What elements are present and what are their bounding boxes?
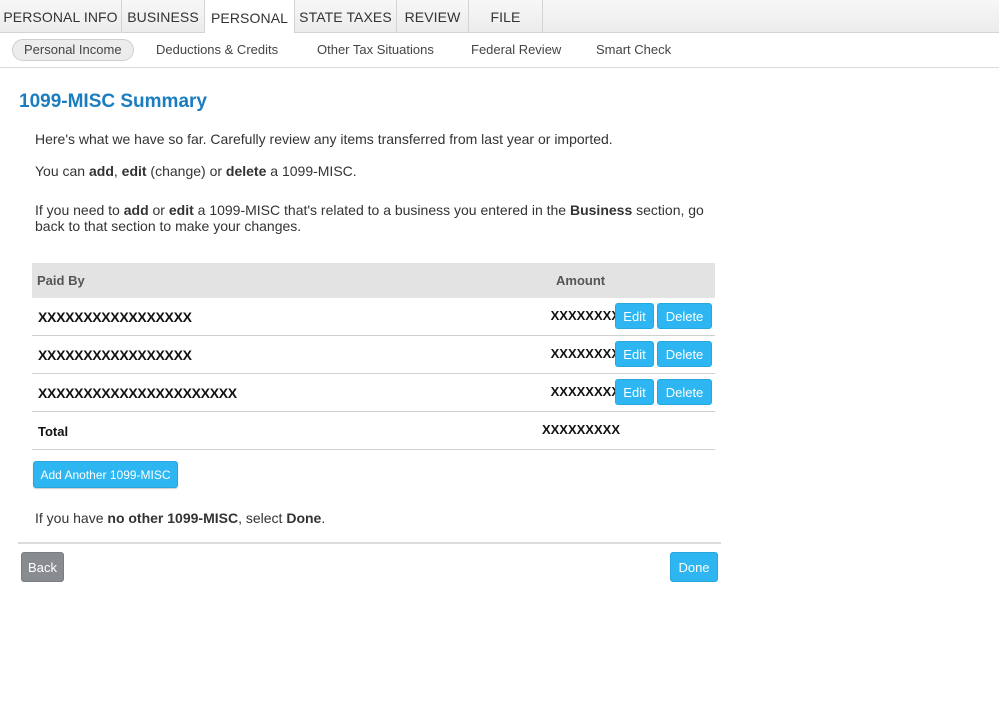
summary-table: Paid By Amount XXXXXXXXXXXXXXXXX XXXXXXX… (32, 263, 715, 450)
column-header-paid-by: Paid By (37, 273, 85, 288)
delete-button[interactable]: Delete (657, 379, 712, 405)
instructions-text: You can add, edit (change) or delete a 1… (35, 163, 357, 179)
tab-personal-info[interactable]: PERSONAL INFO (0, 0, 122, 33)
delete-button[interactable]: Delete (657, 341, 712, 367)
footer-divider (18, 542, 721, 544)
column-header-amount: Amount (556, 273, 606, 288)
table-row: XXXXXXXXXXXXXXXXX XXXXXXXX Edit Delete (32, 336, 715, 374)
payment-amount: XXXXXXXX (550, 346, 620, 361)
subnav-other-tax-situations[interactable]: Other Tax Situations (317, 39, 434, 61)
edit-button[interactable]: Edit (615, 341, 654, 367)
table-row: XXXXXXXXXXXXXXXXXXXXXX XXXXXXXX Edit Del… (32, 374, 715, 412)
sub-navigation: Personal Income Deductions & Credits Oth… (0, 33, 999, 68)
total-row: Total XXXXXXXXX (32, 412, 715, 450)
payer-name: XXXXXXXXXXXXXXXXX (38, 347, 192, 363)
business-note-text: If you need to add or edit a 1099-MISC t… (35, 202, 704, 234)
subnav-personal-income[interactable]: Personal Income (12, 39, 134, 61)
edit-button[interactable]: Edit (615, 303, 654, 329)
subnav-federal-review[interactable]: Federal Review (471, 39, 561, 61)
done-button[interactable]: Done (670, 552, 718, 582)
page-title: 1099-MISC Summary (19, 91, 207, 112)
subnav-deductions-credits[interactable]: Deductions & Credits (156, 39, 278, 61)
subnav-smart-check[interactable]: Smart Check (596, 39, 671, 61)
intro-text: Here's what we have so far. Carefully re… (35, 131, 613, 147)
edit-button[interactable]: Edit (615, 379, 654, 405)
payer-name: XXXXXXXXXXXXXXXXXXXXXX (38, 385, 237, 401)
payment-amount: XXXXXXXX (550, 384, 620, 399)
tab-review[interactable]: REVIEW (397, 0, 469, 33)
delete-button[interactable]: Delete (657, 303, 712, 329)
back-button[interactable]: Back (21, 552, 64, 582)
tab-business[interactable]: BUSINESS (122, 0, 205, 33)
payer-name: XXXXXXXXXXXXXXXXX (38, 309, 192, 325)
tab-file[interactable]: FILE (469, 0, 543, 33)
closing-instruction: If you have no other 1099-MISC, select D… (35, 510, 326, 526)
tab-state-taxes[interactable]: STATE TAXES (295, 0, 397, 33)
top-tab-bar: PERSONAL INFO BUSINESS PERSONAL STATE TA… (0, 0, 999, 34)
total-label: Total (38, 424, 69, 439)
table-row: XXXXXXXXXXXXXXXXX XXXXXXXX Edit Delete (32, 298, 715, 336)
payment-amount: XXXXXXXX (550, 308, 620, 323)
add-another-1099-misc-button[interactable]: Add Another 1099-MISC (33, 461, 178, 488)
total-amount: XXXXXXXXX (541, 422, 620, 437)
table-header: Paid By Amount (32, 263, 715, 298)
tab-personal[interactable]: PERSONAL (205, 0, 295, 34)
